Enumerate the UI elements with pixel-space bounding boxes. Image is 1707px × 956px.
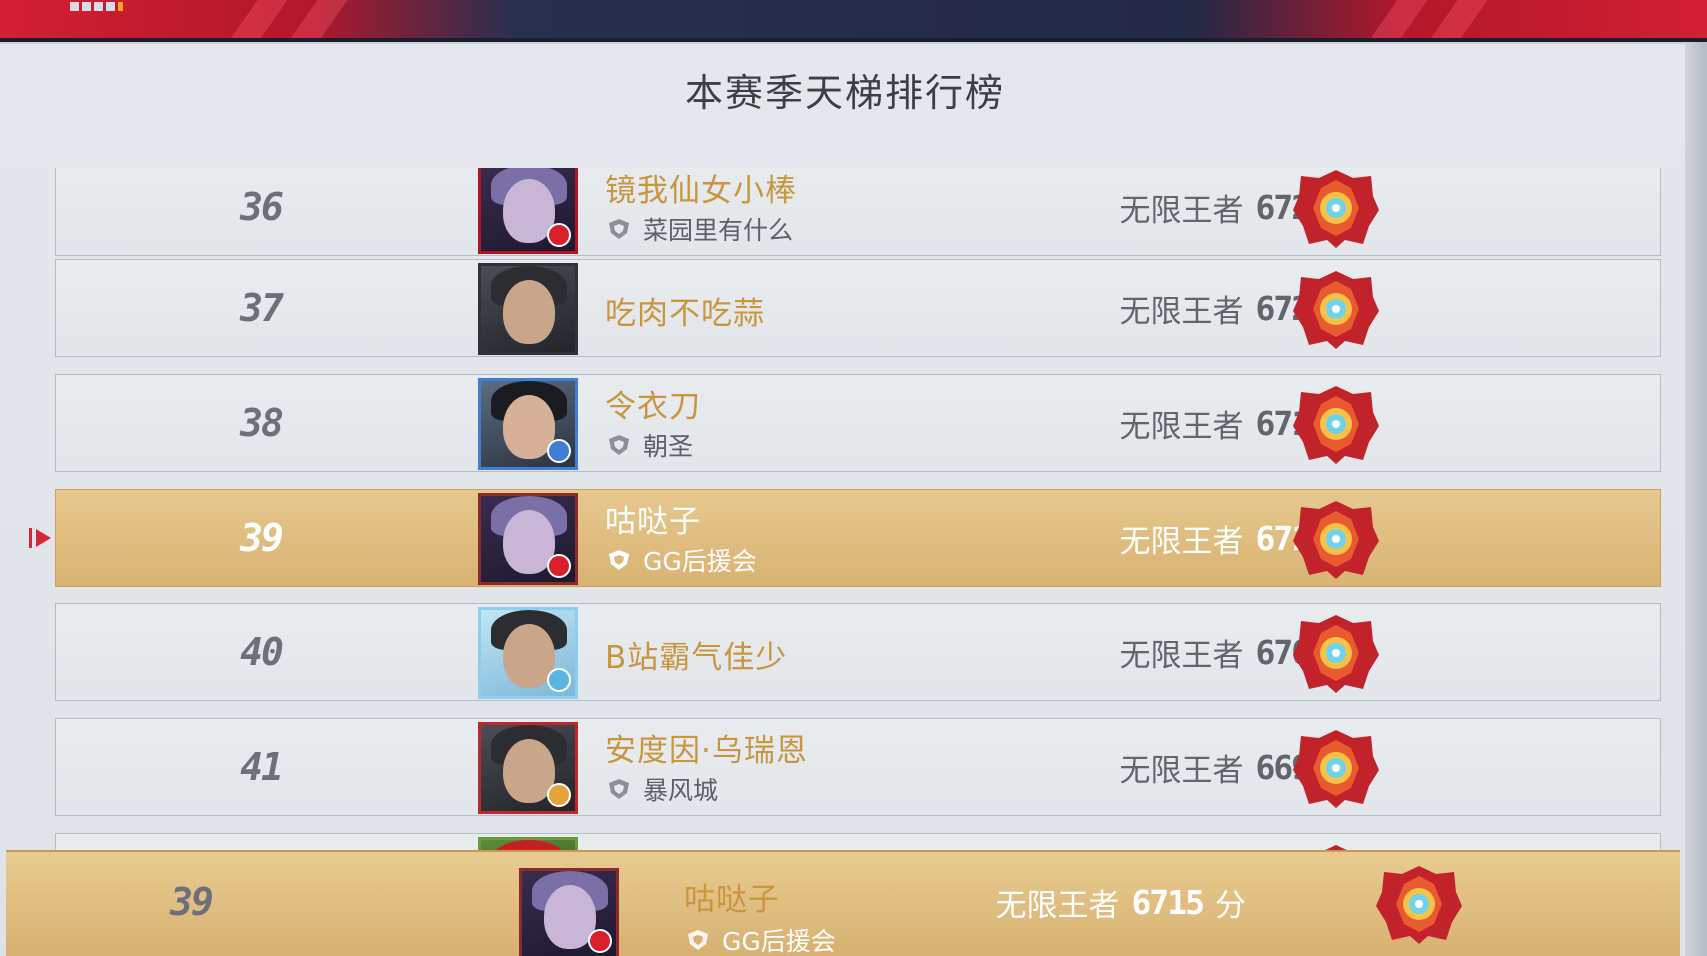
banner-dots	[70, 2, 123, 11]
infinite-king-emblem-icon	[1293, 730, 1379, 808]
page-title: 本赛季天梯排行榜	[684, 71, 1005, 115]
tier-label: 无限王者	[1119, 752, 1244, 789]
self-rank-number: 39	[170, 880, 214, 924]
tier-label: 无限王者	[1119, 637, 1244, 674]
guild: 菜园里有什么	[605, 211, 793, 247]
avatar[interactable]	[478, 722, 578, 814]
infinite-king-emblem-icon	[1293, 615, 1379, 693]
self-tier-label: 无限王者	[995, 887, 1120, 924]
top-banner	[0, 0, 1707, 44]
shield-emblem-icon	[609, 550, 629, 570]
ranking-row[interactable]: 40B站霸气佳少无限王者6705分	[55, 603, 1661, 701]
rank-number: 37	[240, 286, 284, 330]
tier-label: 无限王者	[1119, 523, 1244, 560]
rank-number: 39	[240, 516, 284, 560]
infinite-king-emblem-icon	[1293, 501, 1379, 579]
player-name: 镜我仙女小棒	[605, 173, 797, 209]
self-score: 无限王者 6715 分	[996, 852, 1246, 952]
shield-emblem-icon	[609, 435, 629, 455]
guild: 暴风城	[605, 771, 718, 807]
infinite-king-emblem-icon	[1293, 170, 1379, 248]
infinite-king-emblem-icon	[1376, 866, 1462, 944]
leaderboard-screen: 本赛季天梯排行榜 36镜我仙女小棒菜园里有什么无限王者6721分37吃肉不吃蒜无…	[0, 0, 1707, 956]
avatar[interactable]	[478, 493, 578, 585]
rank-number: 41	[240, 745, 284, 789]
avatar[interactable]	[478, 168, 578, 254]
self-player-name: 咕哒子	[684, 882, 780, 918]
guild-name: 菜园里有什么	[643, 216, 794, 245]
self-avatar	[519, 868, 619, 956]
avatar[interactable]	[478, 263, 578, 355]
self-rank-row[interactable]: 39 咕哒子 GG后援会 无限王者 6715 分	[6, 850, 1680, 956]
guild-name: 暴风城	[643, 776, 719, 805]
ranking-row[interactable]: 36镜我仙女小棒菜园里有什么无限王者6721分	[55, 168, 1661, 256]
guild-name: 朝圣	[643, 432, 694, 461]
guild: GG后援会	[605, 542, 757, 578]
tier-label: 无限王者	[1119, 293, 1244, 330]
ranking-row[interactable]: 38令衣刀朝圣无限王者6716分	[55, 374, 1661, 472]
rank-number: 38	[240, 401, 284, 445]
infinite-king-emblem-icon	[1293, 386, 1379, 464]
shield-emblem-icon	[609, 219, 629, 239]
ranking-list[interactable]: 36镜我仙女小棒菜园里有什么无限王者6721分37吃肉不吃蒜无限王者6720分3…	[0, 168, 1707, 885]
self-score-unit: 分	[1215, 887, 1246, 924]
player-name: 咕哒子	[605, 504, 701, 540]
play-triangle-icon	[29, 528, 51, 548]
ranking-row[interactable]: 37吃肉不吃蒜无限王者6720分	[55, 259, 1661, 357]
self-guild: GG后援会	[684, 922, 836, 956]
ranking-row[interactable]: 41安度因·乌瑞恩暴风城无限王者6696分	[55, 718, 1661, 816]
player-name: 安度因·乌瑞恩	[605, 733, 808, 769]
tier-label: 无限王者	[1119, 192, 1244, 229]
infinite-king-emblem-icon	[1293, 271, 1379, 349]
rank-number: 36	[240, 185, 284, 229]
player-name: 令衣刀	[605, 389, 701, 425]
self-guild-name: GG后援会	[722, 927, 836, 956]
leaderboard-panel: 本赛季天梯排行榜 36镜我仙女小棒菜园里有什么无限王者6721分37吃肉不吃蒜无…	[0, 42, 1707, 956]
guild-name: GG后援会	[643, 547, 757, 576]
tier-label: 无限王者	[1119, 408, 1244, 445]
avatar[interactable]	[478, 378, 578, 470]
self-score-value: 6715	[1131, 882, 1205, 922]
shield-emblem-icon	[609, 779, 629, 799]
rank-number: 40	[240, 630, 284, 674]
shield-emblem-icon	[688, 930, 708, 950]
avatar[interactable]	[478, 607, 578, 699]
panel-edge	[1685, 42, 1707, 956]
guild: 朝圣	[605, 427, 693, 463]
player-name: B站霸气佳少	[605, 640, 788, 676]
ranking-row[interactable]: 39咕哒子GG后援会无限王者6715分	[55, 489, 1661, 587]
player-name: 吃肉不吃蒜	[605, 296, 765, 332]
